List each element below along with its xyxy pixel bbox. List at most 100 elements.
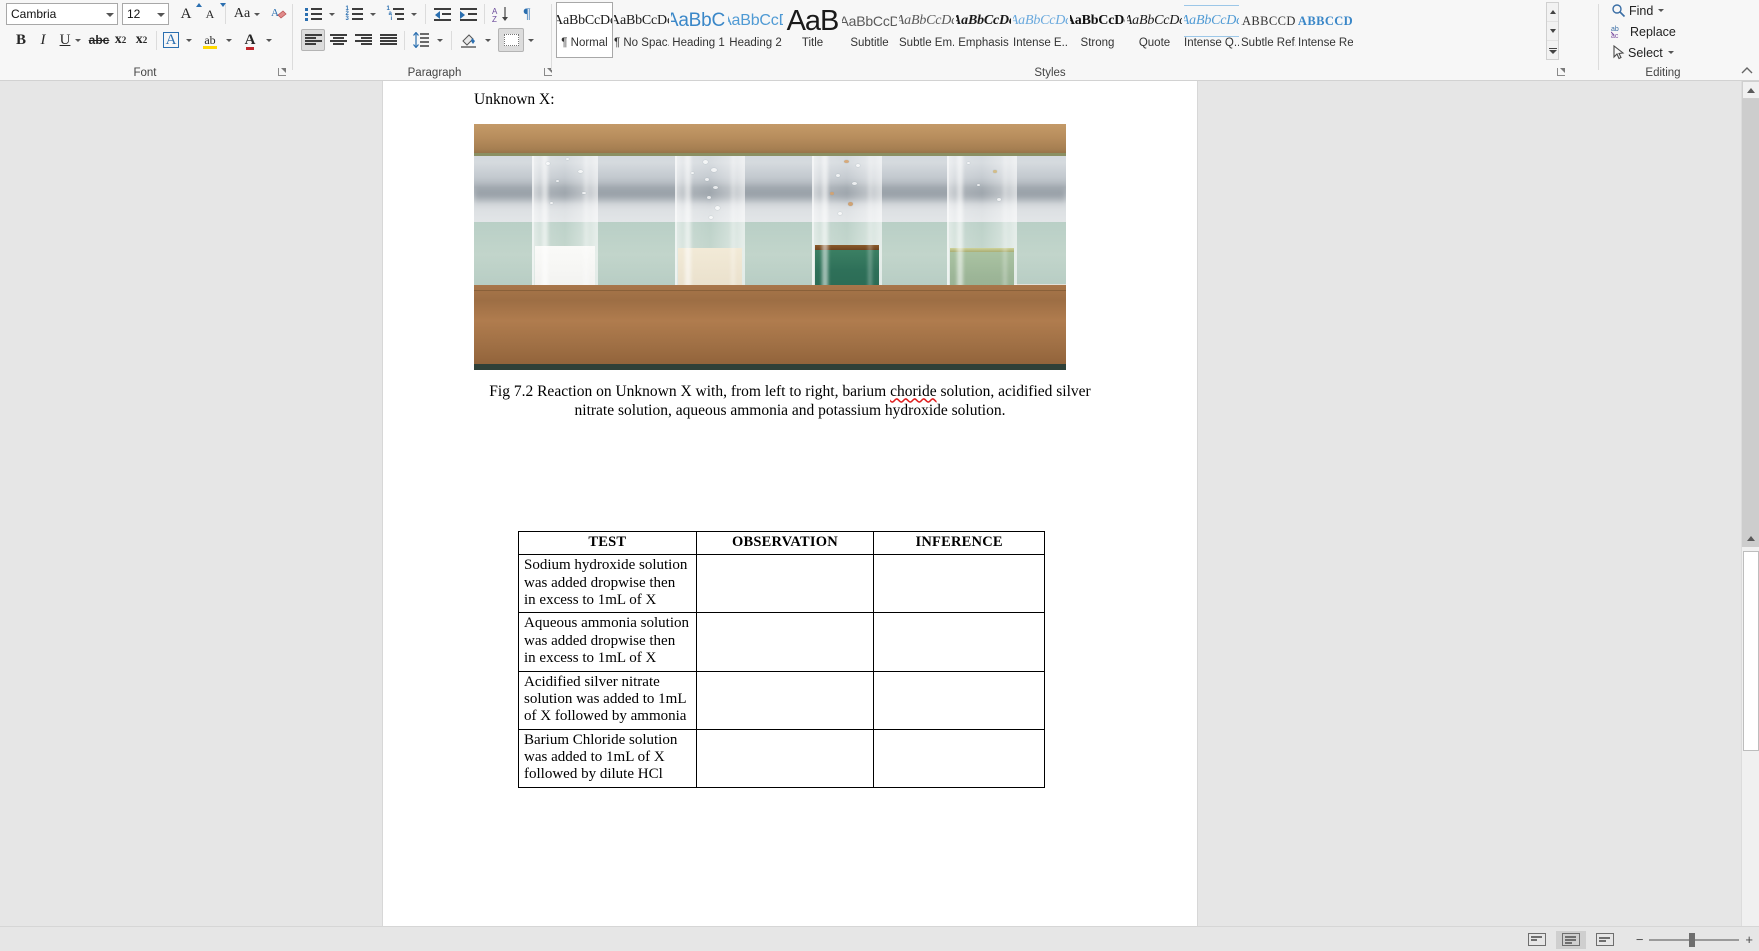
numbering-dropdown[interactable]: [366, 3, 380, 25]
style-item-title[interactable]: AaB Title: [784, 2, 841, 58]
text-effects-dropdown[interactable]: [182, 29, 196, 51]
style-item-emphasis[interactable]: AaBbCcDc Emphasis: [955, 2, 1012, 58]
cell-test[interactable]: Barium Chloride solution was added to 1m…: [518, 728, 697, 788]
style-item-intense-re[interactable]: AABBCCDC Intense Re...: [1297, 2, 1354, 58]
cell-inference[interactable]: [873, 670, 1045, 730]
style-item-intense-q[interactable]: AaBbCcDcIntense Q...: [1183, 2, 1240, 58]
align-left-button[interactable]: [301, 29, 325, 51]
styles-gallery-scroll[interactable]: [1546, 2, 1559, 60]
cell-observation[interactable]: [695, 728, 875, 788]
style-item-heading-2[interactable]: AaBbCcD Heading 2: [727, 2, 784, 58]
zoom-handle[interactable]: [1689, 932, 1696, 947]
multilevel-list-button[interactable]: 1 a i: [383, 3, 407, 25]
cell-inference[interactable]: [873, 554, 1045, 614]
paragraph-unknown-x: Unknown X:: [474, 91, 555, 108]
style-preview: AaBbCcDc: [1013, 13, 1068, 28]
cell-observation[interactable]: [695, 612, 875, 672]
underline-dropdown[interactable]: [71, 29, 85, 51]
cell-inference[interactable]: [873, 728, 1045, 788]
multilevel-list-dropdown[interactable]: [407, 3, 421, 25]
replace-button[interactable]: ab ac Replace: [1610, 22, 1677, 41]
change-case-button[interactable]: Aa: [229, 3, 265, 25]
styles-scroll-down-button[interactable]: [1547, 22, 1558, 41]
styles-scroll-up-button[interactable]: [1547, 3, 1558, 22]
find-button[interactable]: Find: [1610, 1, 1665, 20]
zoom-track[interactable]: [1649, 932, 1740, 947]
web-layout-button[interactable]: [1590, 931, 1620, 949]
italic-button[interactable]: I: [32, 29, 54, 51]
text-effects-button[interactable]: A: [160, 29, 182, 51]
style-item-intense-e[interactable]: AaBbCcDc Intense E...: [1012, 2, 1069, 58]
borders-icon: [503, 34, 519, 46]
cell-test[interactable]: Aqueous ammonia solution was added dropw…: [518, 612, 697, 672]
document-canvas[interactable]: Unknown X: Fig 7.2 Reaction on Unknown X…: [0, 81, 1741, 926]
zoom-out-button[interactable]: −: [1636, 932, 1644, 947]
read-mode-button[interactable]: [1522, 931, 1552, 949]
style-item-subtitle[interactable]: AaBbCcD Subtitle: [841, 2, 898, 58]
borders-button[interactable]: [498, 28, 524, 52]
justify-button[interactable]: [376, 29, 400, 51]
paragraph-dialog-launcher[interactable]: [543, 67, 554, 78]
cell-test[interactable]: Acidified silver nitrate solution was ad…: [518, 670, 697, 730]
shrink-font-button[interactable]: A: [199, 3, 226, 25]
cell-inference[interactable]: [873, 612, 1045, 672]
line-spacing-dropdown[interactable]: [433, 29, 447, 51]
decrease-indent-button[interactable]: [430, 3, 454, 25]
scroll-up-button[interactable]: [1742, 81, 1759, 99]
shading-button[interactable]: [457, 29, 481, 51]
highlight-dropdown[interactable]: [222, 29, 236, 51]
shading-dropdown[interactable]: [481, 29, 495, 51]
cell-test[interactable]: Sodium hydroxide solution was added drop…: [518, 554, 697, 614]
zoom-slider[interactable]: − +: [1630, 932, 1759, 947]
scrollbar-track-upper[interactable]: [1742, 99, 1759, 529]
grow-font-button[interactable]: A: [175, 3, 202, 25]
style-preview: AABBCCDC: [1241, 13, 1296, 28]
styles-more-button[interactable]: [1547, 41, 1558, 60]
styles-dialog-launcher[interactable]: [1556, 67, 1567, 78]
collapse-ribbon-button[interactable]: [1739, 65, 1755, 79]
increase-indent-button[interactable]: [456, 3, 480, 25]
cursor-arrow-icon: [1613, 45, 1625, 60]
style-item-heading-1[interactable]: AaBbC(Heading 1: [670, 2, 727, 58]
style-item--normal[interactable]: AaBbCcDc ¶ Normal: [556, 2, 613, 58]
font-size-combo[interactable]: 12: [122, 3, 169, 25]
document-body[interactable]: Unknown X: Fig 7.2 Reaction on Unknown X…: [474, 90, 1106, 788]
font-dialog-launcher[interactable]: [277, 67, 288, 78]
line-spacing-button[interactable]: [409, 29, 433, 51]
lab-results-table[interactable]: TEST OBSERVATION INFERENCE Sodium hydrox…: [518, 531, 1045, 788]
document-page[interactable]: Unknown X: Fig 7.2 Reaction on Unknown X…: [383, 81, 1197, 926]
font-color-button[interactable]: A: [238, 29, 262, 51]
svg-text:ab: ab: [1611, 26, 1619, 33]
scroll-page-up-button[interactable]: [1742, 529, 1759, 547]
style-item-subtle-em[interactable]: AaBbCcDc Subtle Em...: [898, 2, 955, 58]
sort-button[interactable]: A Z: [489, 3, 513, 25]
align-right-button[interactable]: [351, 29, 375, 51]
subscript-button[interactable]: x2: [110, 29, 131, 51]
zoom-in-button[interactable]: +: [1745, 932, 1753, 947]
cell-observation[interactable]: [695, 554, 875, 614]
scrollbar-thumb[interactable]: [1743, 551, 1759, 751]
print-layout-button[interactable]: [1555, 930, 1586, 949]
font-color-dropdown[interactable]: [262, 29, 276, 51]
font-name-combo[interactable]: Cambria: [6, 3, 118, 25]
style-item-quote[interactable]: AaBbCcDc Quote: [1126, 2, 1183, 58]
numbering-button[interactable]: 1 2 3: [342, 3, 366, 25]
bold-button[interactable]: B: [10, 29, 32, 51]
chevron-down-icon: [226, 38, 232, 42]
select-button[interactable]: Select: [1610, 43, 1675, 62]
style-item-strong[interactable]: AaBbCcDc Strong: [1069, 2, 1126, 58]
cell-observation[interactable]: [695, 670, 875, 730]
style-item-subtle-ref[interactable]: AABBCCDC Subtle Ref...: [1240, 2, 1297, 58]
show-formatting-marks-button[interactable]: ¶: [515, 3, 539, 25]
superscript-button[interactable]: x2: [131, 29, 152, 51]
clear-formatting-button[interactable]: A: [268, 3, 290, 25]
highlight-button[interactable]: ab: [198, 29, 222, 51]
strikethrough-button[interactable]: abc: [88, 29, 110, 51]
style-item--no-spac[interactable]: AaBbCcDc ¶ No Spac...: [613, 2, 670, 58]
vertical-scrollbar[interactable]: [1741, 81, 1759, 926]
borders-dropdown[interactable]: [524, 29, 538, 51]
bullets-dropdown[interactable]: [325, 3, 339, 25]
align-center-button[interactable]: [326, 29, 350, 51]
ribbon-group-editing: Find ab ac Replace Select Editing: [1604, 0, 1744, 81]
bullets-button[interactable]: [301, 3, 325, 25]
